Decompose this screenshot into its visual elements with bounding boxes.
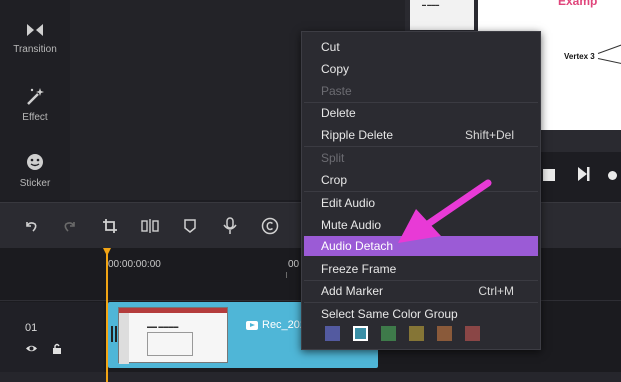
timecode-next: 00 (288, 259, 300, 270)
thumbnail-sidebar (119, 313, 129, 364)
playhead-line (106, 254, 108, 382)
color-swatch[interactable] (465, 326, 480, 341)
menu-item-freeze-frame[interactable]: Freeze Frame (304, 259, 538, 279)
transition-tool[interactable]: Transition (0, 22, 70, 55)
split-icon[interactable] (139, 215, 161, 237)
menu-item-label: Delete (321, 106, 356, 120)
color-swatch[interactable] (325, 326, 340, 341)
menu-item-label: Split (321, 151, 345, 165)
slide-title: Examp (558, 0, 598, 8)
menu-item-label: Edit Audio (321, 196, 376, 210)
thumbnail-decoration: ▬ ▬▬▬ (422, 2, 440, 7)
clip-trim-handle[interactable] (111, 326, 117, 342)
track-number: 01 (25, 322, 38, 334)
menu-item-add-marker[interactable]: Add Marker Ctrl+M (304, 281, 538, 301)
crop-icon[interactable] (99, 215, 121, 237)
undo-icon[interactable] (20, 215, 42, 237)
effect-wand-icon (27, 88, 44, 105)
menu-item-mute-audio[interactable]: Mute Audio (304, 215, 538, 235)
left-tool-panel: Transition Effect Sticker (0, 0, 70, 200)
transition-label: Transition (13, 44, 57, 55)
clip-thumbnail: ▬▬ ▬▬▬▬ (118, 307, 228, 364)
copyright-icon[interactable] (259, 215, 281, 237)
menu-item-copy[interactable]: Copy (304, 59, 538, 79)
menu-item-edit-audio[interactable]: Edit Audio (304, 193, 538, 213)
ruler-tick (286, 272, 287, 278)
effect-label: Effect (22, 112, 48, 123)
menu-item-audio-detach[interactable]: Audio Detach (304, 236, 538, 256)
menu-item-label: Ripple Delete (321, 128, 394, 142)
menu-item-label: Freeze Frame (321, 262, 397, 276)
vertex-label: Vertex 3 (564, 52, 595, 61)
menu-separator (304, 302, 538, 303)
menu-item-split: Split (304, 148, 538, 168)
sticker-label: Sticker (19, 178, 51, 189)
menu-item-ripple-delete[interactable]: Ripple Delete Shift+Del (304, 125, 538, 145)
menu-item-shortcut: Shift+Del (464, 128, 514, 142)
next-frame-icon[interactable] (577, 166, 591, 182)
menu-item-label: Mute Audio (321, 218, 382, 232)
track-header: 01 (0, 302, 104, 378)
menu-item-cut[interactable]: Cut (304, 37, 538, 57)
menu-item-label: Copy (321, 62, 350, 76)
thumbnail-text: ▬▬ ▬▬▬▬ (147, 324, 179, 330)
menu-item-delete[interactable]: Delete (304, 103, 538, 123)
color-swatch[interactable] (381, 326, 396, 341)
menu-item-label: Select Same Color Group (321, 307, 458, 321)
redo-icon[interactable] (59, 215, 81, 237)
color-swatch[interactable] (352, 325, 369, 342)
context-menu: Cut Copy Paste Delete Ripple Delete Shift… (301, 31, 541, 350)
video-icon (246, 320, 258, 330)
slide-thumbnail[interactable]: ▬ ▬▬▬ (410, 0, 474, 30)
menu-item-label: Crop (321, 173, 348, 187)
color-swatch[interactable] (409, 326, 424, 341)
audio-track-area (0, 372, 621, 382)
eye-icon[interactable] (25, 344, 38, 353)
sticker-tool[interactable]: Sticker (0, 152, 70, 189)
menu-item-label: Add Marker (321, 284, 384, 298)
thumbnail-header-bar (119, 308, 227, 313)
menu-item-label: Paste (321, 84, 352, 98)
record-icon[interactable] (608, 171, 617, 180)
menu-separator (304, 191, 538, 192)
menu-item-label: Cut (321, 40, 340, 54)
menu-item-shortcut: Ctrl+M (478, 284, 514, 298)
lock-icon[interactable] (52, 343, 62, 355)
timecode-start: 00:00:00:00 (108, 259, 161, 270)
effect-tool[interactable]: Effect (0, 86, 70, 123)
sticker-smiley-icon (27, 154, 43, 170)
microphone-icon[interactable] (219, 215, 241, 237)
marker-icon[interactable] (179, 215, 201, 237)
menu-item-paste: Paste (304, 81, 538, 101)
stop-icon[interactable] (543, 169, 555, 181)
color-swatch[interactable] (437, 326, 452, 341)
menu-item-select-same-color-group[interactable]: Select Same Color Group (304, 304, 538, 324)
transition-icon (27, 24, 43, 36)
menu-separator (304, 146, 538, 147)
menu-item-crop[interactable]: Crop (304, 170, 538, 190)
menu-item-label: Audio Detach (321, 239, 394, 253)
thumbnail-graph (147, 332, 193, 356)
